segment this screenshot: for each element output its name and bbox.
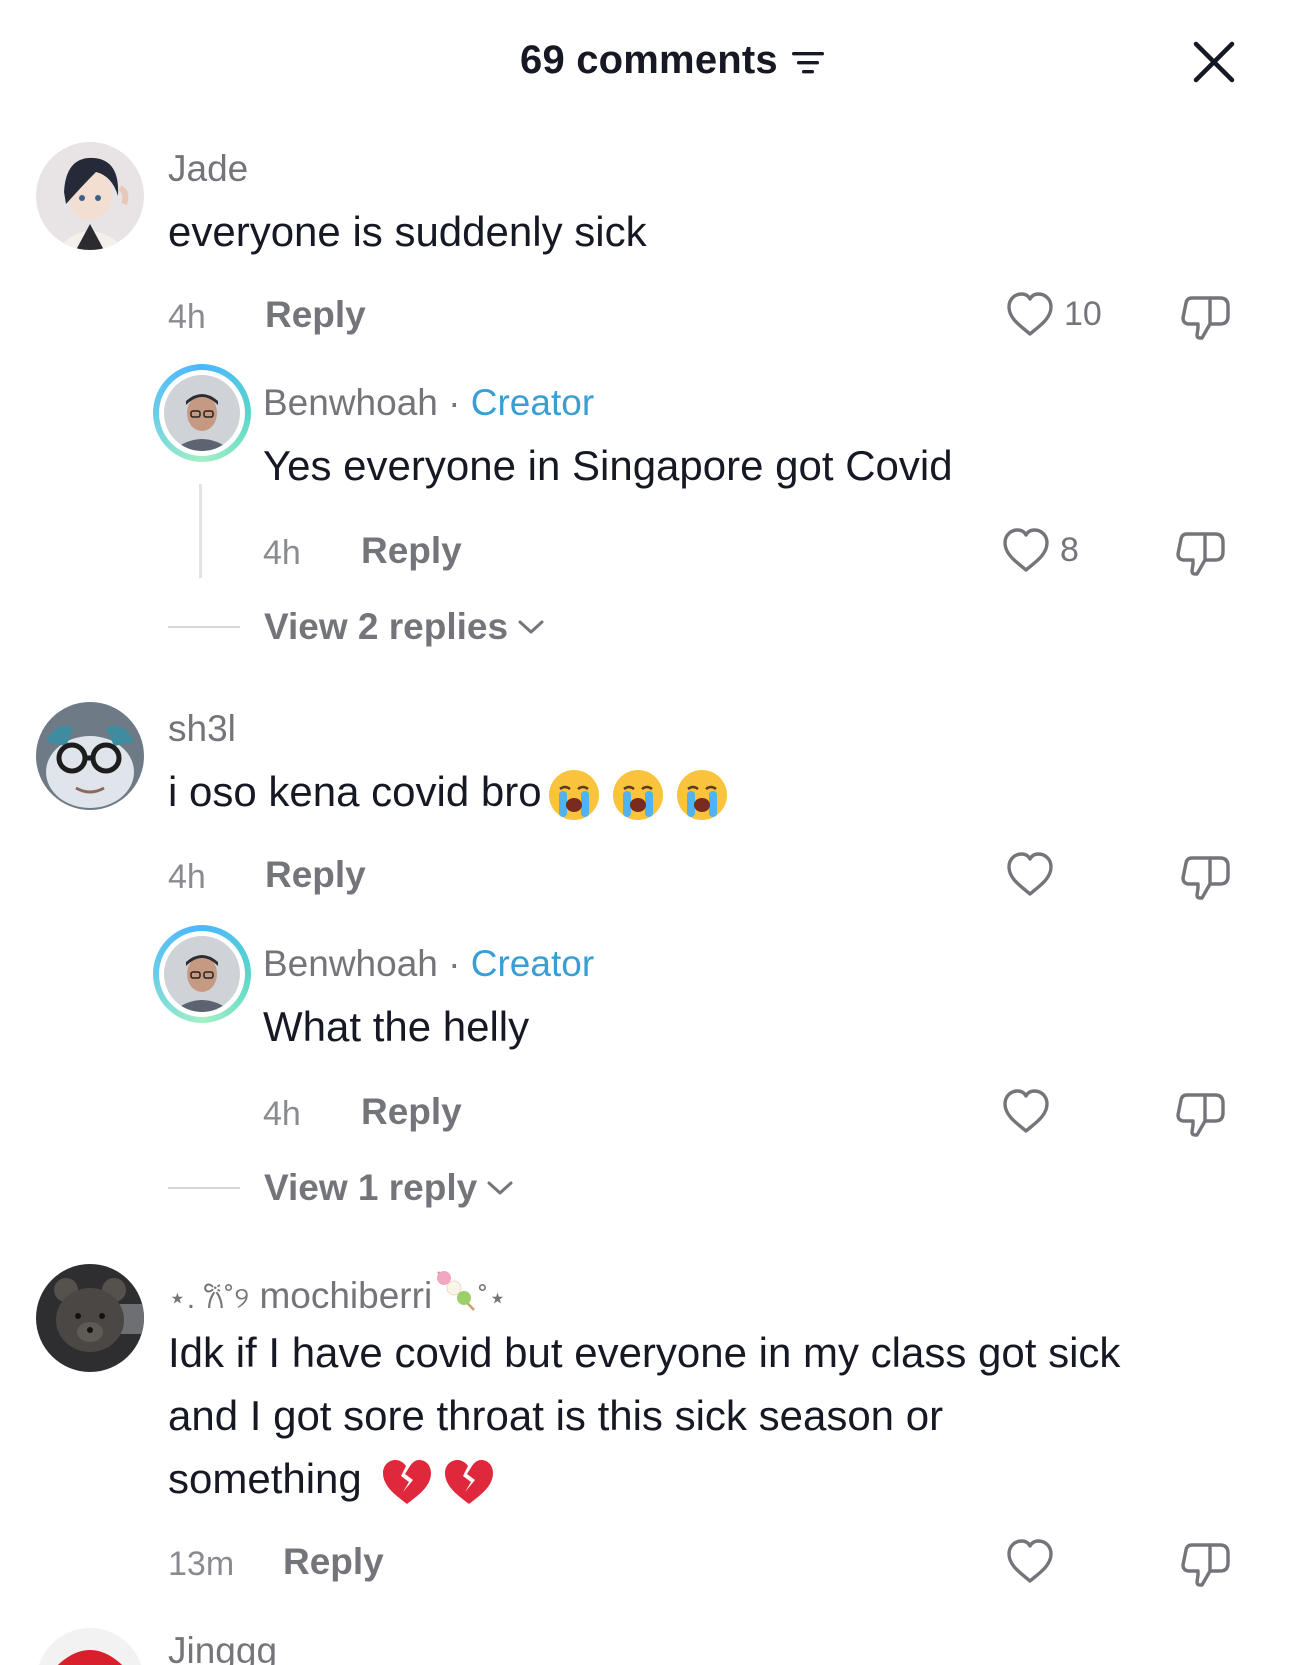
comment-text-line: and I got sore throat is this sick seaso…	[168, 1392, 944, 1439]
avatar[interactable]	[36, 702, 144, 810]
heart-icon	[1007, 292, 1053, 336]
reply-username[interactable]: Benwhoah · Creator	[263, 382, 594, 424]
reply-button[interactable]: Reply	[361, 530, 462, 572]
comments-title[interactable]: 69 comments	[520, 38, 826, 83]
chevron-down-icon	[518, 620, 544, 634]
broken-heart-emoji-icon	[445, 1459, 494, 1504]
dislike-icon[interactable]	[1180, 1537, 1232, 1587]
heart-icon[interactable]	[1000, 1087, 1052, 1135]
close-icon[interactable]	[1188, 36, 1240, 88]
username-decoration: ⋆. 𐙚˚୨	[168, 1282, 250, 1315]
divider-dash	[168, 626, 240, 628]
dislike-icon[interactable]	[1180, 850, 1232, 900]
reply-time: 4h	[263, 534, 301, 572]
reply-button[interactable]: Reply	[361, 1091, 462, 1133]
chevron-down-icon	[487, 1181, 513, 1195]
dislike-icon[interactable]	[1180, 290, 1232, 340]
view-replies-button[interactable]: View 1 reply	[168, 1167, 515, 1209]
divider-dash	[168, 1187, 240, 1189]
avatar[interactable]	[36, 1264, 144, 1372]
dango-emoji-icon	[437, 1271, 476, 1311]
reply-time: 4h	[263, 1095, 301, 1133]
view-replies-label: View 2 replies	[264, 606, 509, 647]
heart-icon	[1003, 528, 1049, 572]
avatar	[164, 375, 240, 451]
reply-text: What the helly	[263, 1003, 530, 1050]
comment-time: 4h	[168, 298, 206, 336]
comment-username[interactable]: Jade	[168, 148, 248, 190]
crying-face-emoji-icon	[612, 769, 663, 820]
comment-text: everyone is suddenly sick	[168, 208, 647, 255]
like-count: 8	[1060, 530, 1079, 569]
reply-username[interactable]: Benwhoah · Creator	[263, 943, 594, 985]
comment-username-text: mochiberri	[259, 1275, 433, 1316]
like-button[interactable]: 8	[1000, 526, 1079, 574]
like-button[interactable]: 10	[1004, 290, 1102, 338]
heart-icon[interactable]	[1004, 1537, 1056, 1585]
dislike-icon[interactable]	[1175, 1087, 1227, 1137]
comments-header: 69 comments	[0, 0, 1290, 120]
comment-text-content: something	[168, 1455, 362, 1502]
avatar	[164, 936, 240, 1012]
thread-line	[199, 484, 202, 578]
reply-text: Yes everyone in Singapore got Covid	[263, 442, 953, 489]
view-replies-button[interactable]: View 2 replies	[168, 606, 546, 648]
comment-username[interactable]: sh3l	[168, 708, 236, 750]
comment-text: i oso kena covid bro	[168, 760, 730, 823]
broken-heart-emoji-icon	[383, 1459, 432, 1504]
comment-text-line: Idk if I have covid but everyone in my c…	[168, 1329, 1121, 1376]
reply-button[interactable]: Reply	[265, 854, 366, 896]
crying-face-emoji-icon	[676, 769, 727, 820]
comment-username[interactable]: Jinggg	[168, 1630, 277, 1665]
comment-text-content: i oso kena covid bro	[168, 768, 542, 815]
comment-time: 4h	[168, 858, 206, 896]
avatar[interactable]	[36, 142, 144, 250]
crying-face-emoji-icon	[548, 769, 599, 820]
creator-badge: Creator	[470, 382, 595, 423]
comment-text-line: something	[168, 1447, 497, 1510]
view-replies-label: View 1 reply	[264, 1167, 478, 1208]
reply-button[interactable]: Reply	[265, 294, 366, 336]
creator-badge: Creator	[470, 943, 595, 984]
like-count: 10	[1064, 294, 1102, 333]
avatar[interactable]	[36, 1628, 144, 1665]
reply-button[interactable]: Reply	[283, 1541, 384, 1583]
comment-time: 13m	[168, 1545, 235, 1583]
filter-icon[interactable]	[790, 48, 826, 78]
creator-avatar-ring[interactable]	[153, 364, 251, 462]
heart-icon[interactable]	[1004, 850, 1056, 898]
creator-avatar-ring[interactable]	[153, 925, 251, 1023]
username-decoration: ˚⋆	[478, 1282, 507, 1315]
comment-count: 69 comments	[520, 38, 778, 82]
reply-username-text: Benwhoah	[263, 382, 438, 423]
reply-username-text: Benwhoah	[263, 943, 438, 984]
comment-username[interactable]: ⋆. 𐙚˚୨ mochiberri ˚⋆	[168, 1268, 507, 1317]
dislike-icon[interactable]	[1175, 526, 1227, 576]
